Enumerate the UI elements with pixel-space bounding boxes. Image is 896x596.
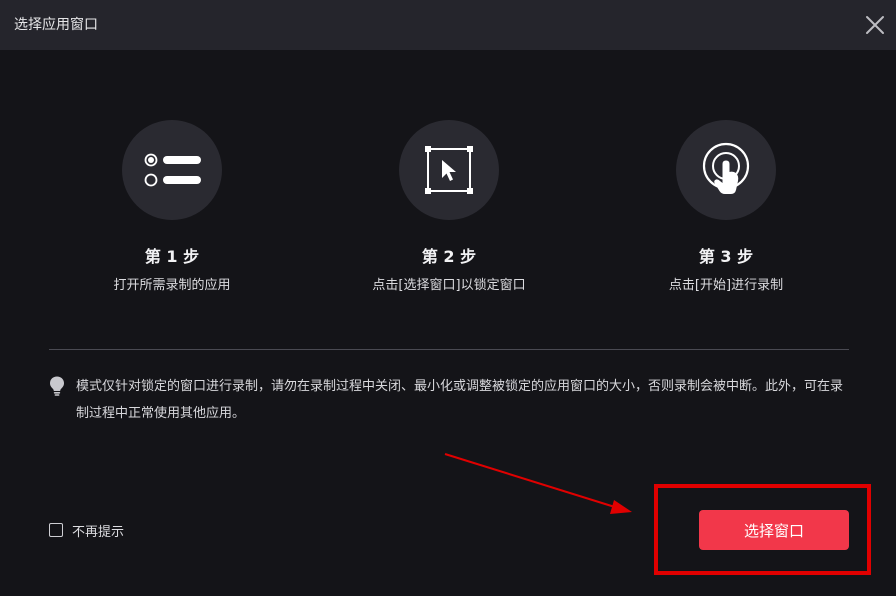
title-bar: 选择应用窗口 [0, 0, 896, 50]
dialog-title: 选择应用窗口 [14, 17, 98, 33]
step-1-icon-circle [122, 120, 222, 220]
annotation-arrow [444, 453, 632, 514]
step-3: 第 3 步 点击[开始]进行录制 [606, 120, 846, 295]
step-3-label: 第 3 步 [698, 247, 754, 266]
step-2-desc: 点击[选择窗口]以锁定窗口 [372, 278, 526, 293]
divider [49, 349, 849, 350]
step-1: 第 1 步 打开所需录制的应用 [52, 120, 292, 295]
step-3-icon-circle [676, 120, 776, 220]
list-select-icon [144, 153, 201, 187]
lightbulb-icon [50, 376, 64, 396]
dont-show-again-label[interactable]: 不再提示 [72, 521, 124, 540]
tap-hand-icon [702, 142, 750, 194]
close-icon [866, 16, 884, 34]
window-cursor-icon [425, 146, 473, 194]
dont-show-again-row[interactable]: 不再提示 [49, 520, 124, 540]
step-1-desc: 打开所需录制的应用 [113, 278, 231, 293]
tip-text: 模式仅针对锁定的窗口进行录制，请勿在录制过程中关闭、最小化或调整被锁定的应用窗口… [76, 379, 844, 421]
dont-show-again-checkbox[interactable] [49, 523, 63, 537]
close-button[interactable] [864, 14, 886, 36]
step-3-desc: 点击[开始]进行录制 [668, 278, 784, 293]
select-window-button[interactable]: 选择窗口 [699, 510, 849, 550]
step-1-label: 第 1 步 [144, 247, 200, 266]
step-2-label: 第 2 步 [421, 247, 477, 266]
step-2-icon-circle [399, 120, 499, 220]
step-2: 第 2 步 点击[选择窗口]以锁定窗口 [329, 120, 569, 295]
